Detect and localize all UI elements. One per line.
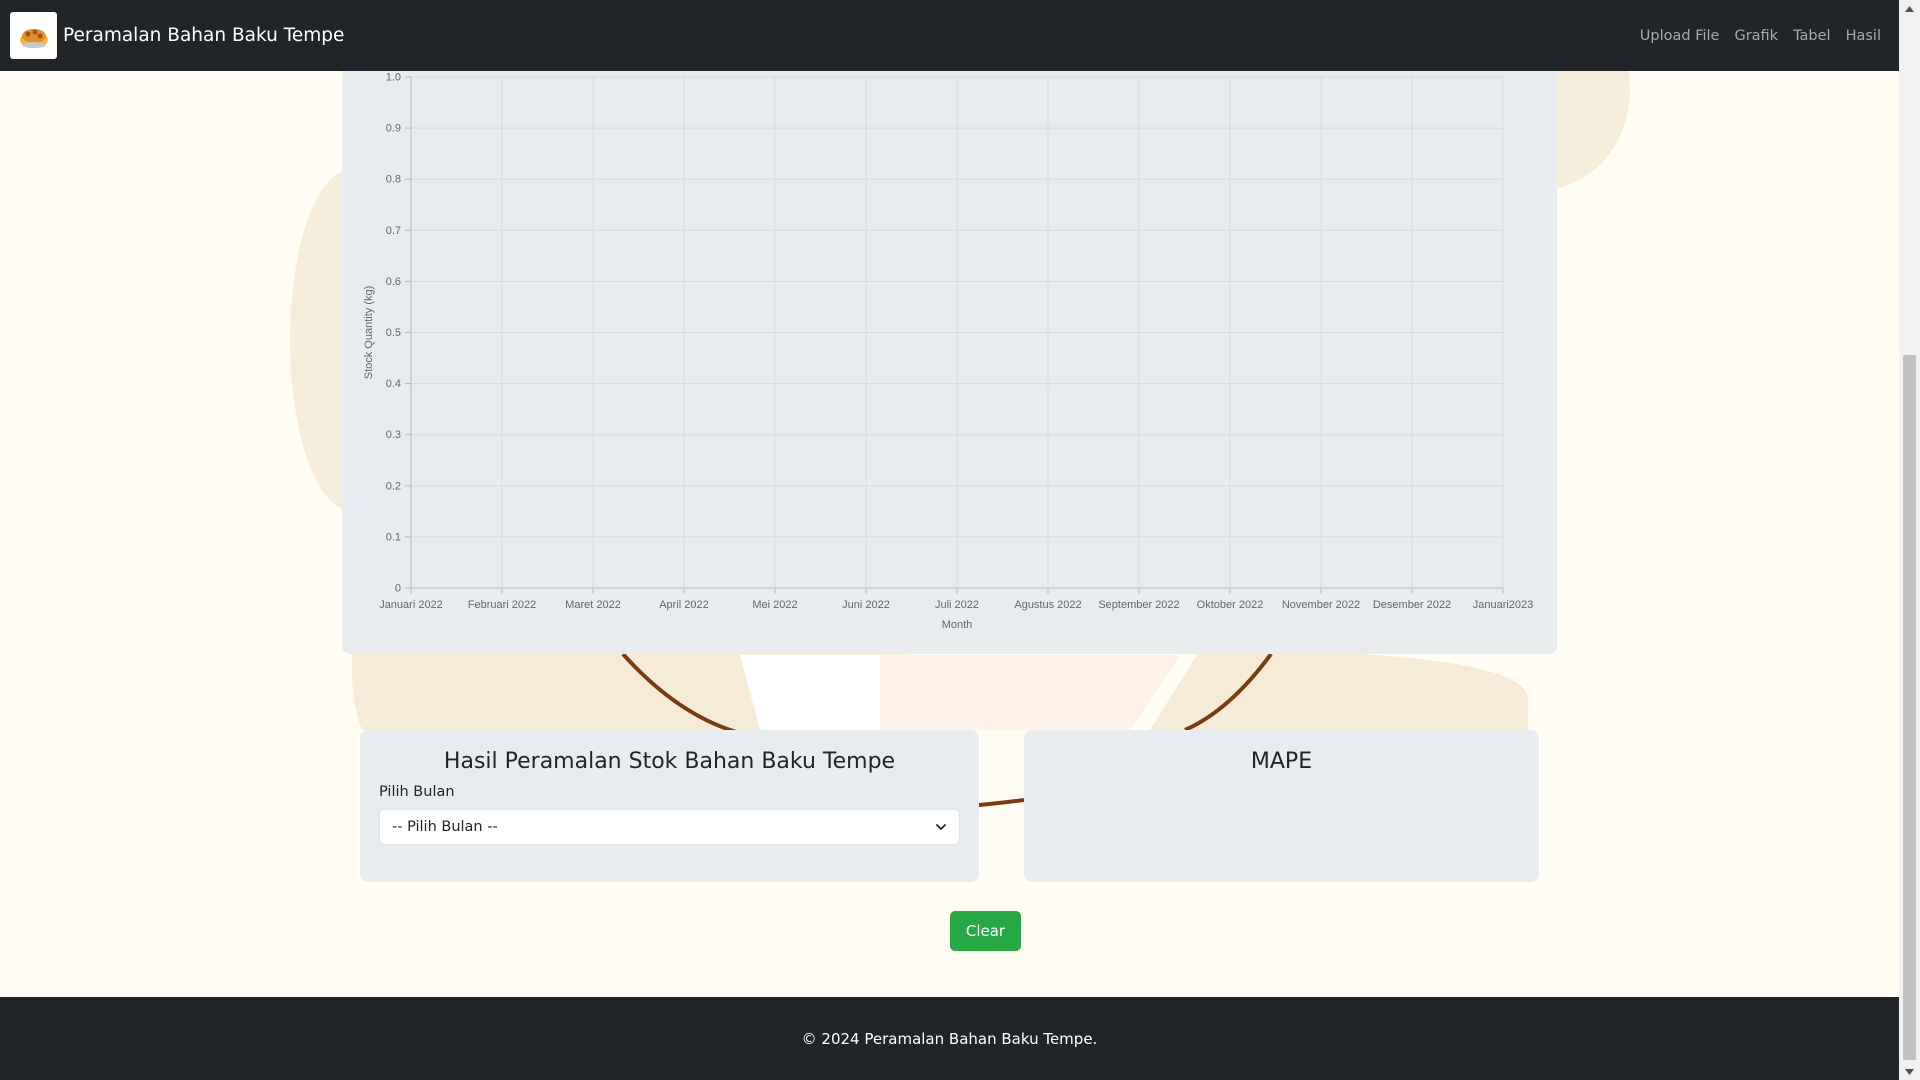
forecast-title: Hasil Peramalan Stok Bahan Baku Tempe: [443, 749, 896, 774]
footer: © 2024 Peramalan Bahan Baku Tempe.: [0, 997, 1899, 1080]
chart-card: 0 0.1 0.2 0.3 0.4 0.5 0.6 0.7 0.8 0.9 1.0 Januari 2…: [342, 40, 1557, 654]
top-navbar: Peramalan Bahan Baku Tempe Upload File G…: [0, 0, 1899, 71]
x-tick-label: Desember 2022: [1373, 599, 1451, 611]
footer-text: © 2024 Peramalan Bahan Baku Tempe.: [801, 1029, 1098, 1048]
nav-links: Upload File Grafik Tabel Hasil: [1640, 28, 1881, 44]
x-tick-label: Oktober 2022: [1197, 599, 1264, 611]
page-scrollbar[interactable]: [1899, 0, 1920, 1080]
x-tick-label: Januari 2022: [379, 599, 443, 611]
x-tick-label: April 2022: [659, 599, 709, 611]
nav-grafik[interactable]: Grafik: [1734, 28, 1778, 44]
mape-title: MAPE: [1250, 749, 1313, 774]
month-select[interactable]: -- Pilih Bulan --: [379, 809, 960, 845]
chevron-down-icon: [936, 824, 946, 830]
y-tick-label: 0: [395, 583, 401, 595]
y-tick-label: 0.2: [386, 480, 401, 492]
x-tick-label: Juli 2022: [935, 599, 979, 611]
y-tick-label: 1.0: [386, 72, 401, 84]
x-tick-label: September 2022: [1098, 599, 1179, 611]
brand-title: Peramalan Bahan Baku Tempe: [63, 25, 345, 46]
y-tick-label: 0.4: [386, 378, 401, 390]
month-select-label: Pilih Bulan: [379, 784, 455, 800]
y-tick-label: 0.8: [386, 174, 401, 186]
y-tick-label: 0.6: [386, 276, 401, 288]
brand[interactable]: Peramalan Bahan Baku Tempe: [10, 12, 344, 59]
x-tick-label: Mei 2022: [752, 599, 797, 611]
nav-hasil[interactable]: Hasil: [1846, 28, 1881, 44]
scroll-thumb[interactable]: [1903, 355, 1916, 1060]
y-tick-label: 0.9: [386, 123, 401, 135]
forecast-card: Hasil Peramalan Stok Bahan Baku Tempe Pi…: [360, 730, 979, 882]
x-tick-label: Februari 2022: [468, 599, 537, 611]
x-tick-label: Juni 2022: [842, 599, 890, 611]
nav-upload-file[interactable]: Upload File: [1640, 28, 1720, 44]
x-axis-label: Month: [942, 619, 973, 631]
x-tick-label: November 2022: [1282, 599, 1360, 611]
y-tick-label: 0.1: [386, 531, 401, 543]
nav-tabel[interactable]: Tabel: [1793, 28, 1831, 44]
y-tick-label: 0.7: [386, 225, 401, 237]
scroll-up-icon[interactable]: [1899, 0, 1920, 17]
tempe-logo-icon: [10, 12, 57, 59]
clear-button[interactable]: Clear: [950, 911, 1021, 951]
month-select-value: -- Pilih Bulan --: [392, 819, 498, 835]
y-tick-label: 0.5: [386, 327, 401, 339]
mape-card: MAPE: [1024, 730, 1539, 882]
stock-chart: 0 0.1 0.2 0.3 0.4 0.5 0.6 0.7 0.8 0.9 1.0 Januari 2…: [363, 72, 1534, 632]
scroll-down-icon[interactable]: [1899, 1063, 1920, 1080]
x-tick-label: Agustus 2022: [1014, 599, 1081, 611]
x-tick-label: Maret 2022: [565, 599, 621, 611]
y-tick-label: 0.3: [386, 429, 401, 441]
y-axis-label: Stock Quantity (kg): [363, 286, 375, 380]
x-tick-label: Januari2023: [1473, 599, 1534, 611]
